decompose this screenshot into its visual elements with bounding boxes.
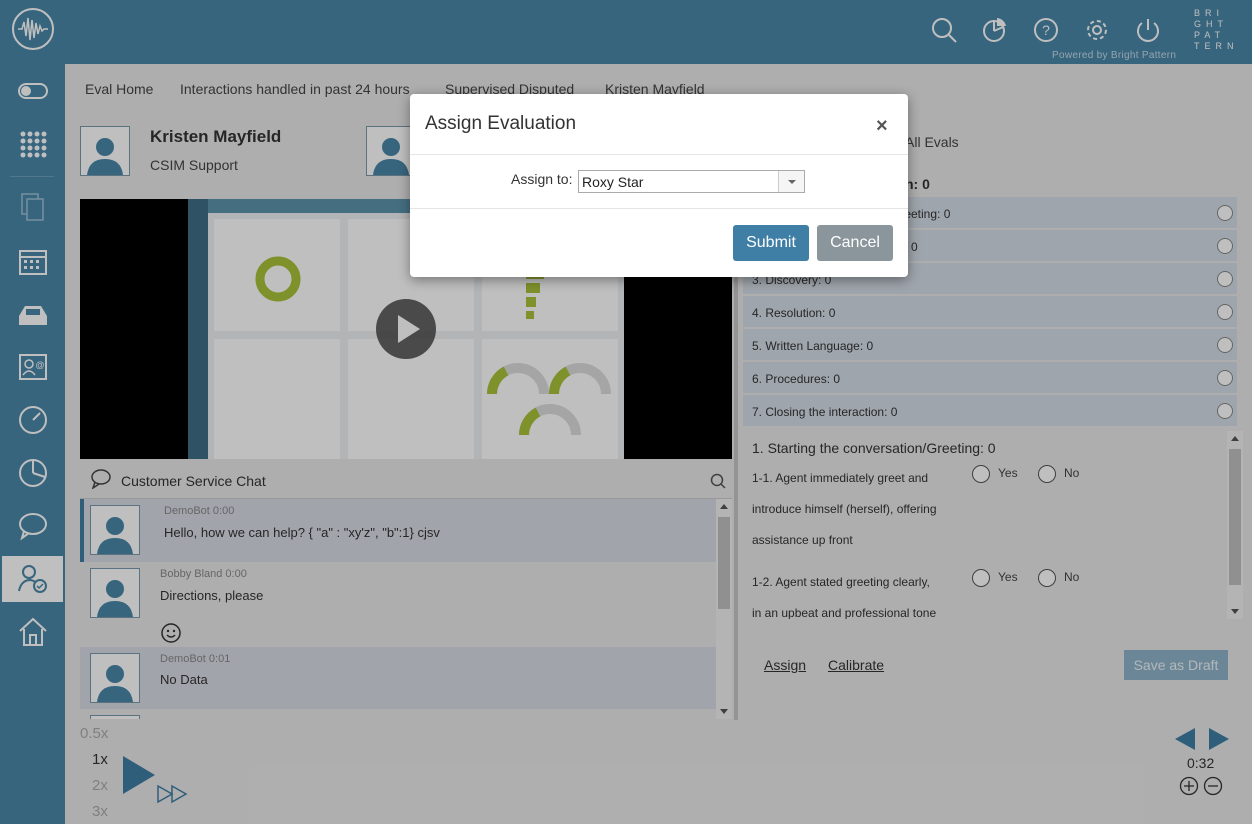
dialog-title: Assign Evaluation — [425, 113, 577, 134]
assign-evaluation-dialog: Assign Evaluation × Assign to: Roxy Star… — [410, 94, 908, 277]
assign-to-select[interactable]: Roxy Star — [578, 170, 805, 193]
dialog-divider — [410, 154, 908, 155]
assign-to-value: Roxy Star — [582, 174, 644, 190]
cancel-button[interactable]: Cancel — [817, 225, 893, 261]
close-icon[interactable]: × — [876, 115, 888, 138]
submit-button[interactable]: Submit — [733, 225, 809, 261]
assign-to-label: Assign to: — [511, 171, 573, 187]
dialog-divider — [410, 208, 908, 209]
chevron-down-icon[interactable] — [778, 171, 804, 192]
